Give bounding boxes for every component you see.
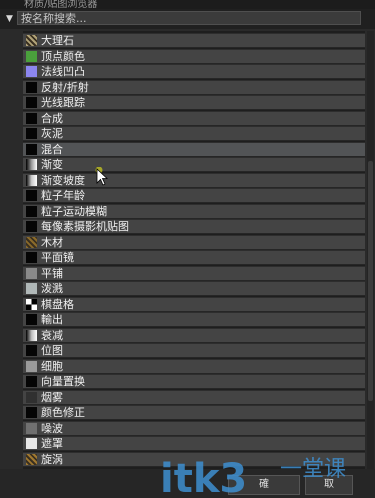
map-list-item[interactable]: 輸出 — [23, 312, 365, 327]
map-list-item[interactable]: 泼溅 — [23, 281, 365, 296]
map-list-item-label: 混合 — [41, 143, 63, 156]
map-swatch-icon — [26, 454, 37, 465]
map-list-item-label: 顶点颜色 — [41, 50, 85, 63]
dialog-footer: 確 取 — [0, 469, 375, 498]
map-swatch-icon — [26, 345, 37, 356]
map-list-item[interactable]: 棋盘格 — [23, 297, 365, 312]
map-list-item[interactable]: 平面镜 — [23, 250, 365, 265]
map-swatch-icon — [26, 314, 37, 325]
map-swatch-icon — [26, 392, 37, 403]
map-list-item[interactable]: 向量置换 — [23, 374, 365, 389]
map-list-item-label: 木材 — [41, 236, 63, 249]
map-swatch-icon — [26, 221, 37, 232]
map-list-item[interactable]: 噪波 — [23, 421, 365, 436]
map-list-item[interactable]: 每像素摄影机贴图 — [23, 219, 365, 234]
map-list-item[interactable]: 反射/折射 — [23, 80, 365, 95]
map-swatch-icon — [26, 423, 37, 434]
map-list-item-label: 颜色修正 — [41, 406, 85, 419]
map-list-item[interactable]: 渐变 — [23, 157, 365, 172]
map-list-item[interactable]: 木材 — [23, 235, 365, 250]
map-swatch-icon — [26, 299, 37, 310]
map-swatch-icon — [26, 35, 37, 46]
map-list-item[interactable]: 合成 — [23, 111, 365, 126]
map-list-item-label: 位图 — [41, 344, 63, 357]
map-list-item[interactable]: 遮罩 — [23, 436, 365, 451]
scrollbar-thumb[interactable] — [368, 161, 373, 401]
title-bar: 材质/贴图浏览器 — [0, 0, 375, 9]
map-swatch-icon — [26, 268, 37, 279]
map-swatch-icon — [26, 113, 37, 124]
map-list-item-label: 輸出 — [41, 313, 63, 326]
map-swatch-icon — [26, 252, 37, 263]
map-list-item-label: 反射/折射 — [41, 81, 89, 94]
search-input[interactable] — [17, 11, 361, 25]
map-list-item[interactable]: 光线跟踪 — [23, 95, 365, 110]
map-list-item-label: 遮罩 — [41, 437, 63, 450]
map-list-item-label: 平铺 — [41, 267, 63, 280]
map-list-item[interactable]: 大理石 — [23, 33, 365, 48]
map-list-item-label: 渐变坡度 — [41, 174, 85, 187]
map-swatch-icon — [26, 438, 37, 449]
cancel-button[interactable]: 取 — [305, 475, 353, 495]
map-list-item[interactable]: 法线凹凸 — [23, 64, 365, 79]
collapse-triangle-icon[interactable]: ▼ — [6, 14, 13, 24]
map-list-item[interactable]: 混合 — [23, 142, 365, 157]
map-swatch-icon — [26, 206, 37, 217]
map-list-item-label: 合成 — [41, 112, 63, 125]
map-list-item[interactable]: 衰减 — [23, 328, 365, 343]
map-list[interactable]: 大理石顶点颜色法线凹凸反射/折射光线跟踪合成灰泥混合渐变渐变坡度粒子年龄粒子运动… — [23, 31, 365, 469]
map-list-item-label: 每像素摄影机贴图 — [41, 220, 129, 233]
map-swatch-icon — [26, 159, 37, 170]
map-list-item[interactable]: 位图 — [23, 343, 365, 358]
map-list-item-label: 平面镜 — [41, 251, 74, 264]
map-list-item[interactable]: 渐变坡度 — [23, 173, 365, 188]
map-list-item-label: 旋涡 — [41, 453, 63, 466]
map-swatch-icon — [26, 82, 37, 93]
map-list-item[interactable]: 旋涡 — [23, 452, 365, 467]
window-title: 材质/贴图浏览器 — [24, 0, 98, 9]
mouse-cursor-icon — [95, 167, 109, 186]
map-list-item-label: 衰减 — [41, 329, 63, 342]
map-swatch-icon — [26, 330, 37, 341]
ok-button[interactable]: 確 — [228, 475, 300, 495]
vertical-scrollbar[interactable] — [367, 31, 374, 469]
map-list-item-label: 大理石 — [41, 34, 74, 47]
map-swatch-icon — [26, 97, 37, 108]
map-swatch-icon — [26, 361, 37, 372]
map-list-item[interactable]: 烟雾 — [23, 390, 365, 405]
map-list-item[interactable]: 颜色修正 — [23, 405, 365, 420]
map-list-item-label: 噪波 — [41, 422, 63, 435]
map-list-item-label: 棋盘格 — [41, 298, 74, 311]
search-bar: ▼ — [0, 9, 375, 29]
map-list-item[interactable]: 粒子运动模糊 — [23, 204, 365, 219]
map-swatch-icon — [26, 407, 37, 418]
map-list-item[interactable]: 顶点颜色 — [23, 49, 365, 64]
map-list-item-label: 细胞 — [41, 360, 63, 373]
map-list-item-label: 烟雾 — [41, 391, 63, 404]
map-list-item-label: 灰泥 — [41, 127, 63, 140]
map-swatch-icon — [26, 175, 37, 186]
map-list-item-label: 粒子运动模糊 — [41, 205, 107, 218]
map-list-item-label: 粒子年龄 — [41, 189, 85, 202]
map-list-item-label: 向量置换 — [41, 375, 85, 388]
map-swatch-icon — [26, 66, 37, 77]
map-swatch-icon — [26, 283, 37, 294]
map-swatch-icon — [26, 376, 37, 387]
map-list-item[interactable]: 细胞 — [23, 359, 365, 374]
map-list-item[interactable]: 平铺 — [23, 266, 365, 281]
map-swatch-icon — [26, 128, 37, 139]
map-list-item-label: 渐变 — [41, 158, 63, 171]
map-swatch-icon — [26, 237, 37, 248]
map-list-item-label: 泼溅 — [41, 282, 63, 295]
map-list-item[interactable]: 灰泥 — [23, 126, 365, 141]
map-list-item[interactable]: 粒子年龄 — [23, 188, 365, 203]
map-list-item-label: 法线凹凸 — [41, 65, 85, 78]
map-swatch-icon — [26, 51, 37, 62]
map-list-item-label: 光线跟踪 — [41, 96, 85, 109]
map-swatch-icon — [26, 190, 37, 201]
map-swatch-icon — [26, 144, 37, 155]
